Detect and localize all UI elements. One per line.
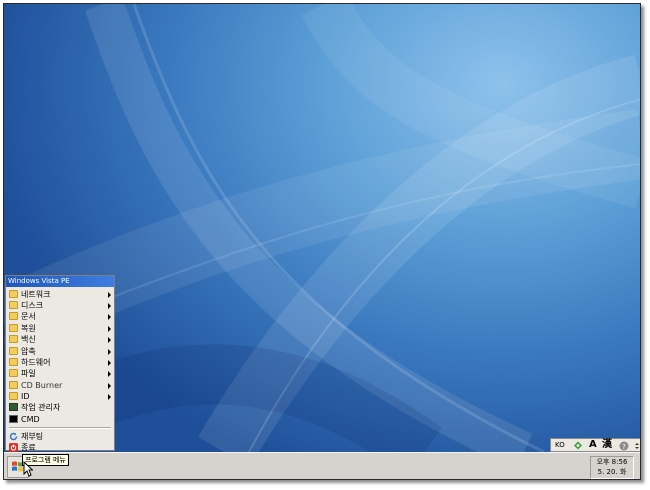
task-manager-icon (9, 403, 18, 411)
menu-item-label: 종료 (21, 443, 36, 452)
screen-frame: Windows Vista PE 네트워크 디스크 문서 복원 백신 압축 하드… (3, 3, 641, 480)
shutdown-icon (9, 443, 18, 452)
folder-icon (9, 392, 18, 400)
menu-item-label: 복원 (21, 324, 36, 333)
submenu-arrow-icon (108, 349, 111, 355)
language-bar: KO A 漢 ? (550, 438, 640, 452)
menu-separator (9, 427, 111, 429)
menu-item-antivirus[interactable]: 백신 (6, 334, 114, 345)
menu-item-label: 디스크 (21, 301, 44, 310)
submenu-arrow-icon (108, 394, 111, 400)
folder-icon (9, 358, 18, 366)
system-tray-clock[interactable]: 오후 8:56 5. 20. 화 (590, 456, 634, 479)
restart-icon (9, 432, 18, 441)
start-menu: Windows Vista PE 네트워크 디스크 문서 복원 백신 압축 하드… (5, 275, 115, 452)
menu-item-label: ID (21, 392, 30, 401)
menu-item-label: 네트워크 (21, 290, 51, 299)
language-indicator[interactable]: KO (555, 440, 565, 451)
menu-item-restore[interactable]: 복원 (6, 323, 114, 334)
clock-date: 5. 20. 화 (597, 468, 627, 476)
menu-item-label: 하드웨어 (21, 358, 51, 367)
menu-item-label: 문서 (21, 312, 36, 321)
folder-icon (9, 301, 18, 309)
hanja-button[interactable]: 漢 (602, 438, 612, 452)
menu-item-task-manager[interactable]: 작업 관리자 (6, 402, 114, 413)
submenu-arrow-icon (108, 292, 111, 298)
svg-text:?: ? (622, 443, 626, 451)
menu-item-restart[interactable]: 재부팅 (6, 431, 114, 442)
menu-item-file[interactable]: 파일 (6, 368, 114, 379)
folder-icon (9, 381, 18, 389)
menu-item-label: 압축 (21, 347, 36, 356)
start-menu-title: Windows Vista PE (6, 276, 114, 287)
menu-item-hardware[interactable]: 하드웨어 (6, 357, 114, 368)
menu-item-cd-burner[interactable]: CD Burner (6, 380, 114, 391)
folder-icon (9, 312, 18, 320)
folder-icon (9, 335, 18, 343)
menu-item-disk[interactable]: 디스크 (6, 300, 114, 311)
clock-time: 오후 8:56 (596, 458, 628, 466)
menu-item-cmd[interactable]: CMD (6, 414, 114, 425)
input-mode-button[interactable]: A (589, 438, 597, 452)
menu-item-label: CD Burner (21, 381, 63, 390)
taskbar: 프로그램 메뉴 오후 8:56 5. 20. 화 (4, 452, 640, 479)
submenu-arrow-icon (108, 314, 111, 320)
menu-item-label: 파일 (21, 369, 36, 378)
submenu-arrow-icon (108, 383, 111, 389)
menu-item-label: 백신 (21, 335, 36, 344)
cmd-icon (9, 415, 18, 423)
menu-item-compression[interactable]: 압축 (6, 346, 114, 357)
submenu-arrow-icon (108, 360, 111, 366)
submenu-arrow-icon (108, 337, 111, 343)
submenu-arrow-icon (108, 326, 111, 332)
menu-item-label: CMD (21, 415, 40, 424)
menu-item-documents[interactable]: 문서 (6, 311, 114, 322)
menu-item-label: 작업 관리자 (21, 403, 61, 412)
menu-item-id[interactable]: ID (6, 391, 114, 402)
submenu-arrow-icon (108, 371, 111, 377)
menu-item-shutdown[interactable]: 종료 (6, 442, 114, 452)
desktop[interactable]: Windows Vista PE 네트워크 디스크 문서 복원 백신 압축 하드… (4, 4, 640, 452)
folder-icon (9, 369, 18, 377)
folder-icon (9, 324, 18, 332)
menu-item-network[interactable]: 네트워크 (6, 289, 114, 300)
menu-item-label: 재부팅 (21, 432, 44, 441)
mouse-cursor-icon (23, 461, 33, 477)
submenu-arrow-icon (108, 303, 111, 309)
folder-icon (9, 290, 18, 298)
folder-icon (9, 347, 18, 355)
